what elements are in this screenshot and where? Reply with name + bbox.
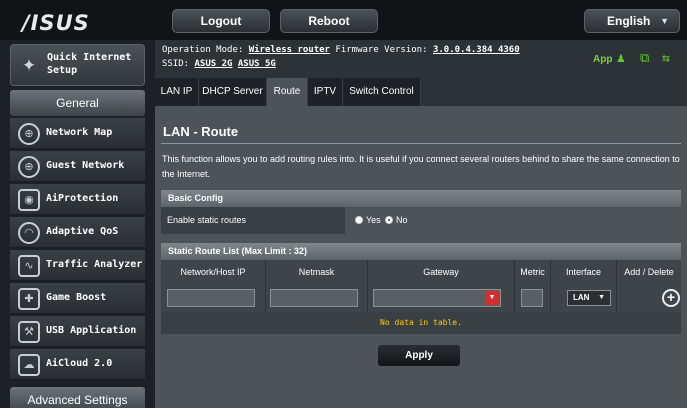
gateway-input[interactable]: ▼ xyxy=(373,289,501,307)
static-routes-yes-radio[interactable] xyxy=(355,216,363,224)
interface-cell: LAN ▼ xyxy=(551,284,617,312)
add-route-button[interactable]: + xyxy=(662,289,680,307)
logout-button[interactable]: Logout xyxy=(172,9,270,33)
aicloud-icon: ☁ xyxy=(18,354,40,376)
gateway-dropdown-icon[interactable]: ▼ xyxy=(485,291,499,305)
reboot-button[interactable]: Reboot xyxy=(280,9,378,33)
metric-input[interactable] xyxy=(521,289,543,307)
network-host-ip-input[interactable] xyxy=(167,289,255,307)
page-title: LAN - Route xyxy=(163,124,239,139)
general-section-header: General xyxy=(10,90,145,116)
column-header: Interface xyxy=(551,260,617,284)
sidebar-item-label: Guest Network xyxy=(46,160,125,171)
status-bar: Operation Mode: Wireless router Firmware… xyxy=(155,40,687,78)
interface-value: LAN xyxy=(573,293,590,302)
app-link[interactable]: App xyxy=(593,54,612,65)
sidebar-item-usb-application[interactable]: ⚒ USB Application xyxy=(10,316,145,347)
wizard-wand-icon: ✦ xyxy=(21,56,37,75)
static-routes-row: Enable static routes Yes No xyxy=(161,207,681,234)
network-ip-cell xyxy=(161,284,266,312)
sidebar-item-guest-network[interactable]: ⊕ Guest Network xyxy=(10,151,145,182)
static-routes-no-radio[interactable] xyxy=(385,216,393,224)
sidebar-item-label: Traffic Analyzer xyxy=(46,259,143,270)
netmask-input[interactable] xyxy=(270,289,358,307)
apply-button[interactable]: Apply xyxy=(377,344,461,367)
user-clients-icon[interactable]: ♟ xyxy=(617,51,625,66)
language-value: English xyxy=(607,14,651,28)
title-divider xyxy=(161,143,681,144)
static-routes-label: Enable static routes xyxy=(161,207,345,234)
ssid-5g-link[interactable]: ASUS_5G xyxy=(238,59,276,69)
aiprotection-icon: ◉ xyxy=(18,189,40,211)
basic-config-header: Basic Config xyxy=(161,190,681,207)
network-status-icon[interactable]: ⇆ xyxy=(662,51,670,66)
asus-logo: /ISUS xyxy=(22,11,90,35)
network-map-icon: ⊕ xyxy=(18,123,40,145)
route-input-row: ▼ LAN ▼ + xyxy=(161,284,681,312)
sidebar: ✦ Quick Internet Setup General ⊕ Network… xyxy=(0,40,158,408)
static-route-list-header: Static Route List (Max Limit : 32) xyxy=(161,243,681,260)
radio-yes-label: Yes xyxy=(366,215,381,225)
tab-dhcp-server[interactable]: DHCP Server xyxy=(199,78,267,106)
static-routes-options: Yes No xyxy=(345,207,681,234)
sidebar-item-label: Network Map xyxy=(46,127,113,138)
column-header: Metric xyxy=(515,260,551,284)
column-header: Add / Delete xyxy=(624,267,674,277)
adaptive-qos-icon: ◠ xyxy=(18,222,40,244)
quick-internet-setup-button[interactable]: ✦ Quick Internet Setup xyxy=(10,44,145,86)
sidebar-item-traffic-analyzer[interactable]: ∿ Traffic Analyzer xyxy=(10,250,145,281)
language-select[interactable]: English ▼ xyxy=(584,9,680,33)
chevron-down-icon: ▼ xyxy=(598,294,605,301)
column-header: Network/Host IP xyxy=(161,260,266,284)
quick-internet-setup-label: Quick Internet Setup xyxy=(47,52,132,76)
advanced-settings-header: Advanced Settings xyxy=(10,387,145,408)
route-content: LAN - Route This function allows you to … xyxy=(155,106,687,408)
sidebar-item-label: Game Boost xyxy=(46,292,107,303)
netmask-cell xyxy=(266,284,368,312)
firmware-label: Firmware Version: xyxy=(335,45,428,55)
ssid-line: SSID: ASUS_2G ASUS_5G xyxy=(162,59,276,69)
page-description: This function allows you to add routing … xyxy=(162,154,680,179)
tab-switch-control[interactable]: Switch Control xyxy=(343,78,421,106)
sidebar-item-label: USB Application xyxy=(46,325,137,336)
empty-table-message: No data in table. xyxy=(161,312,681,334)
sidebar-item-label: AiProtection xyxy=(46,193,119,204)
tab-route[interactable]: Route xyxy=(267,78,308,106)
usb-application-icon: ⚒ xyxy=(18,321,40,343)
tab-lan-ip[interactable]: LAN IP xyxy=(155,78,199,106)
operation-mode-label: Operation Mode: xyxy=(162,45,244,55)
metric-cell xyxy=(515,284,551,312)
ssid-label: SSID: xyxy=(162,59,190,69)
sidebar-item-label: Adaptive QoS xyxy=(46,226,119,237)
table-header-row: Network/Host IP Netmask Gateway Metric I… xyxy=(161,260,681,284)
add-delete-cell: + xyxy=(617,284,681,312)
main-panel: Operation Mode: Wireless router Firmware… xyxy=(155,40,687,408)
firmware-version-link[interactable]: 3.0.0.4.384_4360 xyxy=(433,45,520,55)
sidebar-item-adaptive-qos[interactable]: ◠ Adaptive QoS xyxy=(10,217,145,248)
sidebar-item-label: AiCloud 2.0 xyxy=(46,358,113,369)
radio-no-label: No xyxy=(396,215,408,225)
sidebar-item-game-boost[interactable]: ✚ Game Boost xyxy=(10,283,145,314)
traffic-analyzer-icon: ∿ xyxy=(18,255,40,277)
game-boost-icon: ✚ xyxy=(18,288,40,310)
sidebar-item-aiprotection[interactable]: ◉ AiProtection xyxy=(10,184,145,215)
sidebar-item-network-map[interactable]: ⊕ Network Map xyxy=(10,118,145,149)
operation-mode-line: Operation Mode: Wireless router Firmware… xyxy=(162,45,520,55)
interface-select[interactable]: LAN ▼ xyxy=(567,290,611,306)
sidebar-item-aicloud[interactable]: ☁ AiCloud 2.0 xyxy=(10,349,145,380)
ssid-2g-link[interactable]: ASUS_2G xyxy=(195,59,233,69)
column-header: Netmask xyxy=(266,260,368,284)
operation-mode-link[interactable]: Wireless router xyxy=(249,45,330,55)
tab-iptv[interactable]: IPTV xyxy=(308,78,343,106)
column-header: Gateway xyxy=(368,260,515,284)
usb-status-icon[interactable]: ⧉ xyxy=(640,51,649,66)
guest-network-icon: ⊕ xyxy=(18,156,40,178)
gateway-cell: ▼ xyxy=(368,284,515,312)
top-bar: /ISUS Logout Reboot English ▼ xyxy=(0,0,687,40)
tab-bar: LAN IP DHCP Server Route IPTV Switch Con… xyxy=(155,78,687,106)
chevron-down-icon: ▼ xyxy=(660,16,669,26)
